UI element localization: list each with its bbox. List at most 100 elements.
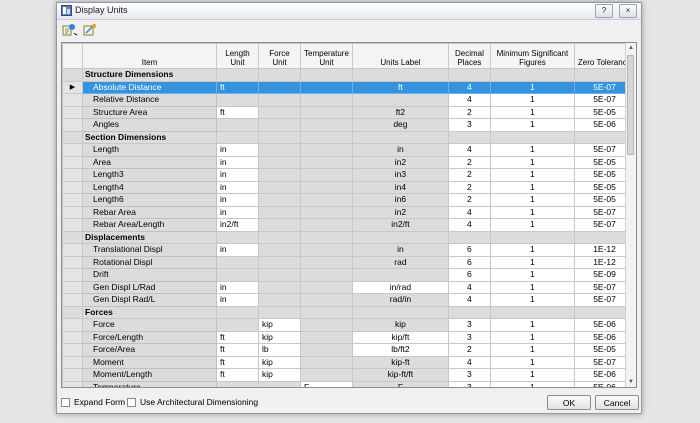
table-row[interactable]: Length6 in in6 2 1 5E-05 <box>62 193 636 207</box>
force-cell[interactable]: kip <box>258 318 301 332</box>
force-cell[interactable]: lb <box>258 343 301 357</box>
min-cell[interactable]: 1 <box>489 118 575 132</box>
row-selector[interactable] <box>62 105 83 119</box>
scroll-thumb[interactable] <box>627 55 634 155</box>
temp-cell[interactable]: F <box>300 380 353 387</box>
row-selector[interactable] <box>62 268 83 282</box>
table-row[interactable]: Rebar Area/Length in2/ft in2/ft 4 1 5E-07 <box>62 218 636 232</box>
dec-cell[interactable]: 2 <box>447 343 491 357</box>
min-cell[interactable]: 1 <box>489 343 575 357</box>
dec-cell[interactable]: 6 <box>447 255 491 269</box>
row-indicator-icon[interactable]: ▶ <box>62 80 83 94</box>
min-cell[interactable]: 1 <box>489 180 575 194</box>
row-selector[interactable] <box>62 243 83 257</box>
length-cell[interactable]: in <box>216 205 259 219</box>
length-cell[interactable]: in <box>216 180 259 194</box>
min-cell[interactable]: 1 <box>489 193 575 207</box>
table-row[interactable]: Structure Area ft ft2 2 1 5E-05 <box>62 105 636 119</box>
dec-cell[interactable]: 6 <box>447 243 491 257</box>
row-selector[interactable] <box>62 68 83 82</box>
table-row[interactable]: Area in in2 2 1 5E-05 <box>62 155 636 169</box>
row-selector[interactable] <box>62 343 83 357</box>
table-row[interactable]: Length in in 4 1 5E-07 <box>62 143 636 157</box>
min-cell[interactable]: 1 <box>489 243 575 257</box>
label-cell[interactable]: kip/ft <box>351 330 449 344</box>
length-cell[interactable]: ft <box>216 330 259 344</box>
length-cell[interactable]: ft <box>216 343 259 357</box>
row-selector[interactable] <box>62 255 83 269</box>
min-cell[interactable]: 1 <box>489 330 575 344</box>
dec-cell[interactable]: 4 <box>447 205 491 219</box>
dec-cell[interactable]: 4 <box>447 143 491 157</box>
row-selector[interactable] <box>62 305 83 319</box>
min-cell[interactable]: 1 <box>489 368 575 382</box>
dec-cell[interactable]: 3 <box>447 330 491 344</box>
row-selector[interactable] <box>62 230 83 244</box>
ok-button[interactable]: OK <box>547 395 591 410</box>
length-cell[interactable]: in <box>216 293 259 307</box>
min-cell[interactable]: 1 <box>489 93 575 107</box>
scroll-down-icon[interactable]: ▼ <box>626 377 636 387</box>
label-cell[interactable]: lb/ft2 <box>351 343 449 357</box>
dec-cell[interactable]: 3 <box>447 380 491 387</box>
row-selector[interactable] <box>62 130 83 144</box>
dec-cell[interactable]: 4 <box>447 80 491 94</box>
table-row[interactable]: Gen Displ L/Rad in in/rad 4 1 5E-07 <box>62 280 636 294</box>
expand-form-checkbox[interactable] <box>61 398 70 407</box>
min-cell[interactable]: 1 <box>489 143 575 157</box>
force-cell[interactable]: kip <box>258 355 301 369</box>
dec-cell[interactable]: 4 <box>447 93 491 107</box>
length-cell[interactable]: ft <box>216 105 259 119</box>
row-selector[interactable] <box>62 93 83 107</box>
row-selector[interactable] <box>62 155 83 169</box>
table-row[interactable]: Length3 in in3 2 1 5E-05 <box>62 168 636 182</box>
row-selector[interactable] <box>62 118 83 132</box>
table-row[interactable]: Moment/Length ft kip kip-ft/ft 3 1 5E-06 <box>62 368 636 382</box>
min-cell[interactable]: 1 <box>489 380 575 387</box>
min-cell[interactable]: 1 <box>489 105 575 119</box>
table-row[interactable]: Force/Length ft kip kip/ft 3 1 5E-06 <box>62 330 636 344</box>
close-button[interactable]: × <box>619 4 637 18</box>
min-cell[interactable]: 1 <box>489 280 575 294</box>
tools-icon[interactable] <box>82 23 98 37</box>
row-selector[interactable] <box>62 293 83 307</box>
dec-cell[interactable]: 2 <box>447 193 491 207</box>
length-cell[interactable]: ft <box>216 355 259 369</box>
min-cell[interactable]: 1 <box>489 218 575 232</box>
min-cell[interactable]: 1 <box>489 255 575 269</box>
length-cell[interactable]: ft <box>216 80 259 94</box>
table-row[interactable]: Rotational Displ rad 6 1 1E-12 <box>62 255 636 269</box>
column-header[interactable]: Minimum Significant Figures <box>489 43 575 69</box>
dec-cell[interactable]: 6 <box>447 268 491 282</box>
row-selector[interactable] <box>62 205 83 219</box>
table-row[interactable]: Relative Distance 4 1 5E-07 <box>62 93 636 107</box>
min-cell[interactable]: 1 <box>489 355 575 369</box>
table-row[interactable]: Translational Displ in in 6 1 1E-12 <box>62 243 636 257</box>
min-cell[interactable]: 1 <box>489 168 575 182</box>
table-row[interactable]: Gen Displ Rad/L in rad/in 4 1 5E-07 <box>62 293 636 307</box>
table-row[interactable]: Force kip kip 3 1 5E-06 <box>62 318 636 332</box>
length-cell[interactable]: in <box>216 193 259 207</box>
row-selector[interactable] <box>62 380 83 387</box>
vertical-scrollbar[interactable]: ▲ ▼ <box>625 43 636 387</box>
row-selector[interactable] <box>62 143 83 157</box>
row-selector[interactable] <box>62 193 83 207</box>
row-selector[interactable] <box>62 330 83 344</box>
dec-cell[interactable]: 4 <box>447 280 491 294</box>
dec-cell[interactable]: 2 <box>447 168 491 182</box>
min-cell[interactable]: 1 <box>489 293 575 307</box>
min-cell[interactable]: 1 <box>489 318 575 332</box>
min-cell[interactable]: 1 <box>489 155 575 169</box>
table-row[interactable]: Force/Area ft lb lb/ft2 2 1 5E-05 <box>62 343 636 357</box>
row-selector[interactable] <box>62 368 83 382</box>
arch-dim-checkbox[interactable] <box>127 398 136 407</box>
dec-cell[interactable]: 4 <box>447 218 491 232</box>
min-cell[interactable]: 1 <box>489 80 575 94</box>
column-header[interactable]: Force Unit <box>258 43 301 69</box>
force-cell[interactable]: kip <box>258 368 301 382</box>
dec-cell[interactable]: 3 <box>447 318 491 332</box>
row-selector[interactable] <box>62 168 83 182</box>
row-selector[interactable] <box>62 355 83 369</box>
table-row[interactable]: Temperature F F 3 1 5E-06 <box>62 380 636 387</box>
row-selector[interactable] <box>62 180 83 194</box>
